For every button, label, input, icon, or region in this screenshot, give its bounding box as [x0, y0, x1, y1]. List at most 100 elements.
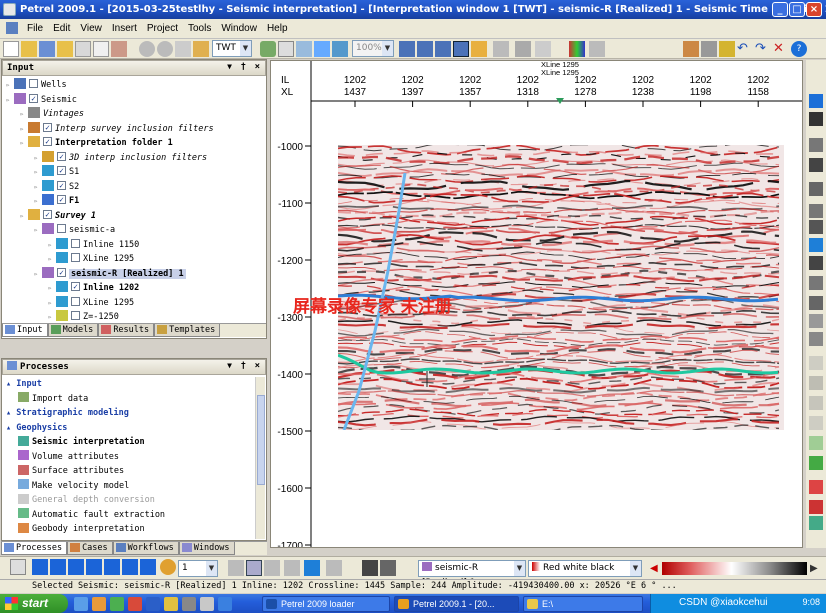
- right-tool-icon[interactable]: [809, 182, 823, 196]
- process-item[interactable]: General depth conversion: [18, 493, 155, 508]
- menu-window[interactable]: Window: [216, 23, 262, 34]
- seismic-canvas[interactable]: IL XL 1202143712021397120213571202131812…: [271, 61, 803, 548]
- expand-icon[interactable]: ▹: [34, 180, 42, 194]
- tree-item[interactable]: ▹ Wells: [6, 78, 67, 92]
- task-petrel-loader[interactable]: Petrel 2009 loader: [262, 596, 390, 612]
- task-explorer[interactable]: E:\: [523, 596, 643, 612]
- process-item[interactable]: Surface attributes: [18, 464, 124, 479]
- tree-item[interactable]: ▹ XLine 1295: [48, 252, 134, 266]
- prev-page-icon[interactable]: [50, 559, 66, 575]
- tree-item[interactable]: ▹ ✓ F1: [34, 194, 79, 208]
- right-tool-icon[interactable]: [809, 456, 823, 470]
- close-button[interactable]: ×: [806, 2, 822, 17]
- grid-icon[interactable]: [535, 41, 551, 57]
- domain-select[interactable]: TWT ▼: [212, 40, 252, 57]
- process-item[interactable]: Geobody interpretation: [18, 522, 145, 537]
- process-item[interactable]: ▴ Geophysics: [6, 421, 67, 436]
- expand-icon[interactable]: ▹: [20, 122, 28, 136]
- settings-icon[interactable]: [193, 41, 209, 57]
- right-tool-icon[interactable]: [809, 112, 823, 126]
- fit-view-icon[interactable]: [399, 41, 415, 57]
- tree-item-checkbox[interactable]: ✓: [43, 122, 52, 132]
- expand-icon[interactable]: ▹: [34, 194, 42, 208]
- process-item[interactable]: Volume attributes: [18, 450, 119, 465]
- pin-icon[interactable]: †: [241, 60, 246, 74]
- tree-item-checkbox[interactable]: [71, 296, 80, 306]
- pointer-icon[interactable]: [515, 41, 531, 57]
- window-icon[interactable]: [278, 41, 294, 57]
- fit-vertical-icon[interactable]: [435, 41, 451, 57]
- process-item[interactable]: ▴ Input: [6, 377, 42, 392]
- expand-icon[interactable]: ▹: [48, 238, 56, 252]
- close-panel-icon[interactable]: ×: [255, 359, 260, 373]
- save-icon[interactable]: [39, 41, 55, 57]
- tree-item-checkbox[interactable]: ✓: [57, 267, 66, 277]
- tree-item-checkbox[interactable]: [71, 253, 80, 262]
- tab-input[interactable]: Input: [2, 324, 48, 337]
- tree-item-checkbox[interactable]: ✓: [57, 180, 66, 190]
- tree-item-checkbox[interactable]: [57, 224, 66, 233]
- right-tool-icon[interactable]: [809, 396, 823, 410]
- quicklaunch-app-icon[interactable]: [146, 597, 160, 611]
- tree-item[interactable]: ▹ ✓ S2: [34, 179, 79, 194]
- expand-icon[interactable]: ▹: [48, 281, 56, 295]
- process-item[interactable]: Seismic interpretation: [18, 435, 145, 450]
- eraser-icon[interactable]: [380, 560, 396, 576]
- expand-icon[interactable]: ▹: [34, 151, 42, 165]
- menu-edit[interactable]: Edit: [48, 23, 75, 34]
- expand-icon[interactable]: ▹: [6, 93, 14, 107]
- undo-icon[interactable]: [139, 41, 155, 57]
- right-tool-icon[interactable]: [809, 516, 823, 530]
- expand-icon[interactable]: ▹: [48, 310, 56, 324]
- tab-templates[interactable]: Templates: [154, 324, 221, 337]
- tree-item-checkbox[interactable]: [71, 238, 80, 248]
- cut-icon[interactable]: [75, 41, 91, 57]
- delete-x-icon[interactable]: ✕: [773, 41, 789, 57]
- window-2d-icon[interactable]: [314, 41, 330, 57]
- measure-icon[interactable]: [264, 560, 280, 576]
- tree-item-checkbox[interactable]: ✓: [43, 209, 52, 219]
- tree-item[interactable]: ▹ ✓ seismic-R [Realized] 1: [34, 266, 186, 281]
- open-folder-icon[interactable]: [21, 41, 37, 57]
- settings-small-icon[interactable]: [326, 560, 342, 576]
- tool-icon[interactable]: [175, 41, 191, 57]
- tree-item-checkbox[interactable]: ✓: [43, 137, 52, 146]
- ruler-icon[interactable]: [246, 560, 262, 576]
- expand-icon[interactable]: ▹: [48, 296, 56, 310]
- filter-icon[interactable]: [493, 41, 509, 57]
- quicklaunch-app-icon[interactable]: [218, 597, 232, 611]
- pick-icon[interactable]: [683, 41, 699, 57]
- tab-results[interactable]: Results: [98, 324, 155, 337]
- right-tool-icon[interactable]: [809, 376, 823, 390]
- fit-horizontal-icon[interactable]: [417, 41, 433, 57]
- expand-icon[interactable]: ▹: [20, 136, 28, 150]
- task-petrel-main[interactable]: Petrel 2009.1 - [20...: [394, 596, 519, 612]
- right-tool-icon[interactable]: [809, 356, 823, 370]
- tree-item[interactable]: ▹ ✓ Survey 1: [20, 208, 96, 223]
- scrollbar-thumb[interactable]: [257, 395, 265, 485]
- first-icon[interactable]: [32, 559, 48, 575]
- tree-item[interactable]: ▹ ✓ Seismic: [6, 92, 77, 107]
- pencil-icon[interactable]: [719, 41, 735, 57]
- select-icon[interactable]: [10, 559, 26, 575]
- tree-item[interactable]: ▹ seismic-a: [34, 223, 115, 237]
- colortable-icon[interactable]: [569, 41, 585, 57]
- new-project-icon[interactable]: [3, 41, 19, 57]
- interpretation-window[interactable]: IL XL 1202 1437 1202 1397 1202 1357 1202 1318 12…: [270, 60, 803, 548]
- layout-icon[interactable]: [589, 41, 605, 57]
- right-tool-icon[interactable]: [809, 436, 823, 450]
- tree-item[interactable]: ▹ ✓ S1: [34, 165, 79, 179]
- tree-item[interactable]: ▹ Inline 1150: [48, 237, 139, 252]
- expand-icon[interactable]: ▹: [48, 252, 56, 266]
- expand-icon[interactable]: ▹: [6, 78, 14, 92]
- expand-icon[interactable]: ▹: [20, 209, 28, 223]
- tab-workflows[interactable]: Workflows: [112, 542, 179, 555]
- tree-item-checkbox[interactable]: ✓: [57, 195, 66, 204]
- process-item[interactable]: Automatic fault extraction: [18, 508, 165, 523]
- help-icon[interactable]: ?: [791, 41, 807, 57]
- menu-insert[interactable]: Insert: [107, 23, 142, 34]
- quicklaunch-app-icon[interactable]: [182, 597, 196, 611]
- window-map-icon[interactable]: [332, 41, 348, 57]
- redo-arrow-icon[interactable]: ↷: [755, 41, 771, 57]
- tree-item-checkbox[interactable]: ✓: [57, 166, 66, 175]
